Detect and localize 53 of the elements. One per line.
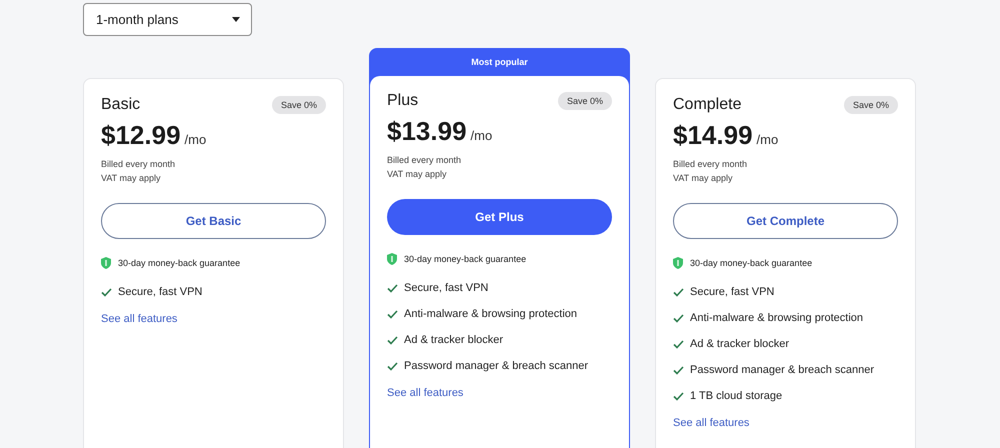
get-plan-button[interactable]: Get Complete xyxy=(673,203,898,239)
save-badge: Save 0% xyxy=(272,96,326,114)
caret-icon xyxy=(232,17,240,22)
guarantee-text: 30-day money-back guarantee xyxy=(690,258,812,268)
see-all-features-link[interactable]: See all features xyxy=(387,387,464,399)
get-plan-button[interactable]: Get Plus xyxy=(387,199,612,235)
check-icon xyxy=(101,288,112,296)
price-period: /mo xyxy=(184,132,206,147)
feature-text: Password manager & breach scanner xyxy=(690,363,874,377)
guarantee-text: 30-day money-back guarantee xyxy=(404,254,526,264)
check-icon xyxy=(673,366,684,374)
price-period: /mo xyxy=(470,128,492,143)
feature-text: Secure, fast VPN xyxy=(690,285,774,299)
guarantee-text: 30-day money-back guarantee xyxy=(118,258,240,268)
plan-name: Plus xyxy=(387,92,418,110)
feature-text: Ad & tracker blocker xyxy=(404,333,504,347)
billing-note: Billed every month xyxy=(387,154,462,167)
check-icon xyxy=(387,362,398,370)
billing-note: Billed every month xyxy=(673,158,748,171)
plan-price: $12.99 xyxy=(101,120,181,151)
save-badge: Save 0% xyxy=(558,92,612,110)
vat-note: VAT may apply xyxy=(673,172,734,185)
plan-length-dropdown[interactable]: 1-month plans xyxy=(83,3,252,36)
check-icon xyxy=(387,336,398,344)
plan-name: Basic xyxy=(101,96,140,114)
see-all-features-link[interactable]: See all features xyxy=(673,417,750,429)
plan-price: $13.99 xyxy=(387,116,467,147)
feature-text: Ad & tracker blocker xyxy=(690,337,790,351)
see-all-features-link[interactable]: See all features xyxy=(101,313,178,325)
vat-note: VAT may apply xyxy=(101,172,162,185)
feature-text: Anti-malware & browsing protection xyxy=(690,311,864,325)
most-popular-label: Most popular xyxy=(470,56,529,69)
get-plan-button[interactable]: Get Basic xyxy=(101,203,326,239)
check-icon xyxy=(387,284,398,292)
check-icon xyxy=(673,288,684,296)
plan-price: $14.99 xyxy=(673,120,753,151)
check-icon xyxy=(673,392,684,400)
vat-note: VAT may apply xyxy=(387,168,448,181)
feature-text: Secure, fast VPN xyxy=(404,281,488,295)
check-icon xyxy=(673,314,684,322)
feature-text: Anti-malware & browsing protection xyxy=(404,307,578,321)
feature-text: Password manager & breach scanner xyxy=(404,359,588,373)
feature-text: 1 TB cloud storage xyxy=(690,389,782,403)
save-badge: Save 0% xyxy=(844,96,898,114)
plan-name: Complete xyxy=(673,96,742,114)
shield-icon xyxy=(101,257,111,269)
feature-text: Secure, fast VPN xyxy=(118,285,202,299)
billing-note: Billed every month xyxy=(101,158,176,171)
price-period: /mo xyxy=(756,132,778,147)
check-icon xyxy=(673,340,684,348)
check-icon xyxy=(387,310,398,318)
shield-icon xyxy=(673,257,683,269)
shield-icon xyxy=(387,253,397,265)
